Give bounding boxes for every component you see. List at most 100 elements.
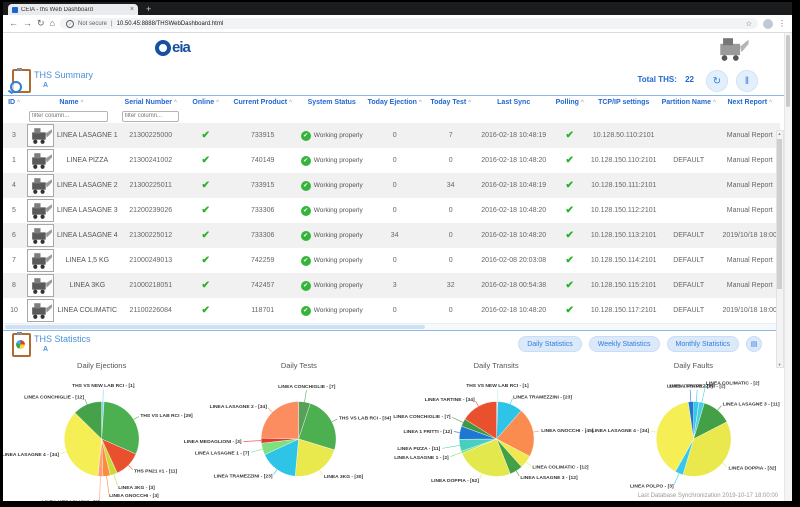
cell-next_report: Manual Report [720,173,780,198]
stats-button-monthly-statistics[interactable]: Monthly Statistics [667,336,739,352]
column-header-online[interactable]: Online^ [184,96,228,109]
cell-name: LINEA LASAGNE 2 [25,173,118,198]
label-leader-line [450,452,461,456]
cell-online: ✔ [184,123,228,148]
cell-status: ✔Working properly [298,298,366,323]
browser-menu-icon[interactable]: ⋮ [778,19,786,28]
cell-product: 742457 [228,273,298,298]
pause-polling-button[interactable]: ‖ [736,70,758,92]
new-tab-button[interactable]: + [146,3,151,15]
label-leader-line [479,474,481,479]
stats-button-daily-statistics[interactable]: Daily Statistics [518,336,582,352]
table-horizontal-scrollbar[interactable] [3,323,792,330]
label-leader-line [475,401,478,406]
cell-name: LINEA 3KG [25,273,118,298]
tab-close-icon[interactable]: × [130,6,134,13]
cell-ejection: 0 [366,248,424,273]
pie-slice-label: LINEA LASAGNE 3 - [12] [520,475,578,481]
cell-product: 733306 [228,198,298,223]
cell-next_report: 2019/10/18 18:00 [720,223,780,248]
table-vertical-scrollbar[interactable]: ▲ ▼ [776,130,784,368]
page-scrollbar[interactable] [784,33,792,501]
label-leader-line [320,470,323,475]
forward-icon[interactable]: → [23,19,32,28]
sort-caret-icon[interactable]: ^ [468,100,471,106]
sort-caret-icon[interactable]: ^ [419,100,422,106]
magnifier-icon [10,81,22,93]
pie-slice-label: LINEA LASAGNE 2 - [34] [210,404,268,410]
column-header-next_report[interactable]: Next Report^ [720,96,780,109]
pie-slice-label: THS VS NEW LAB RCI - [1] [72,383,135,389]
browser-tab[interactable]: CEIA - ths Web Dashboard × [8,4,138,15]
column-header-partition[interactable]: Partition Name^ [658,96,720,109]
bookmark-star-icon[interactable]: ☆ [746,20,752,28]
table-row[interactable]: 5LINEA LASAGNE 321200239026✔733306✔Worki… [3,198,780,223]
cell-ejection: 3 [366,273,424,298]
sort-caret-icon[interactable]: ^ [80,100,83,106]
scroll-down-icon[interactable]: ▼ [777,362,782,367]
table-row[interactable]: 6LINEA LASAGNE 421300225012✔733306✔Worki… [3,223,780,248]
cell-last_sync: 2016-02-18 10:48:20 [478,223,550,248]
cell-serial: 21300225011 [118,173,184,198]
table-row[interactable]: 7LINEA 1,5 KG21000249013✔742259✔Working … [3,248,780,273]
table-row[interactable]: 10LINEA COLIMATIC21100226084✔118701✔Work… [3,298,780,323]
filter-input-serial[interactable] [122,111,179,122]
table-row[interactable]: 8LINEA 3KG21000218051✔742457✔Working pro… [3,273,780,298]
address-bar[interactable]: i Not secure | 10.50.45:8888/THSWebDashb… [60,18,758,29]
machine-photo-icon [716,35,750,69]
table-row[interactable]: 4LINEA LASAGNE 221300225011✔733915✔Worki… [3,173,780,198]
stats-button-weekly-statistics[interactable]: Weekly Statistics [589,336,660,352]
pie-slice-label: LINEA MEDAGLIONI - [3] [184,439,242,445]
cell-name: LINEA PIZZA [25,148,118,173]
column-header-id[interactable]: ID^ [3,96,25,109]
cell-name: LINEA LASAGNE 3 [25,198,118,223]
profile-avatar[interactable] [763,19,773,29]
home-icon[interactable]: ⌂ [50,19,55,28]
sort-caret-icon[interactable]: ^ [289,100,292,106]
table-row[interactable]: 3LINEA LASAGNE 121300225000✔733915✔Worki… [3,123,780,148]
scrollbar-thumb[interactable] [777,139,782,289]
cell-tcpip: 10.128.150.117:2101 [590,298,658,323]
pie-slice-label: LINEA LASAGNE 1 - [2] [394,455,449,461]
label-leader-line [717,406,721,411]
refresh-button[interactable]: ↻ [706,70,728,92]
table-row[interactable]: 1LINEA PIZZA21300241002✔740149✔Working p… [3,148,780,173]
reload-icon[interactable]: ↻ [37,19,45,28]
info-icon[interactable]: i [66,20,74,28]
back-icon[interactable]: ← [9,19,18,28]
pie-slice-label: LINEA PIZZA - [11] [397,446,440,452]
browser-tabstrip: CEIA - ths Web Dashboard × + [3,2,792,15]
status-badge: ✔Working properly [301,256,363,266]
machine-thumbnail-icon [27,149,54,172]
cell-next_report: Manual Report [720,198,780,223]
summary-collapse-toggle[interactable]: A [43,82,48,89]
sort-caret-icon[interactable]: ^ [216,100,219,106]
column-header-test[interactable]: Today Test^ [424,96,478,109]
total-ths: Total THS: 22 [637,75,694,84]
column-header-ejection[interactable]: Today Ejection^ [366,96,424,109]
filter-input-name[interactable] [29,111,108,122]
label-leader-line [251,449,262,452]
column-header-product[interactable]: Current Product^ [228,96,298,109]
column-header-serial[interactable]: Serial Number^ [118,96,184,109]
column-header-last_sync: Last Sync [478,96,550,109]
cell-status: ✔Working properly [298,173,366,198]
pie-slice-label: THS VS NEW LAB RCI - [1] [466,383,529,389]
cell-tcpip: 10.128.150.115:2101 [590,273,658,298]
scroll-up-icon[interactable]: ▲ [777,131,782,136]
page-scrollbar-thumb[interactable] [786,35,790,107]
statistics-collapse-toggle[interactable]: A [43,346,48,353]
polling-check-icon: ✔ [566,205,574,216]
column-header-tcpip: TCP/IP settings [590,96,658,109]
column-header-polling[interactable]: Polling^ [550,96,590,109]
sort-caret-icon[interactable]: ^ [17,100,20,106]
cell-test: 0 [424,223,478,248]
sort-caret-icon[interactable]: ^ [581,100,584,106]
stats-more-button[interactable]: ▤ [746,336,762,352]
sort-caret-icon[interactable]: ^ [174,100,177,106]
sort-caret-icon[interactable]: ^ [769,100,772,106]
polling-check-icon: ✔ [566,180,574,191]
cell-id: 4 [3,173,25,198]
column-header-name[interactable]: Name^ [25,96,118,109]
sort-caret-icon[interactable]: ^ [713,100,716,106]
